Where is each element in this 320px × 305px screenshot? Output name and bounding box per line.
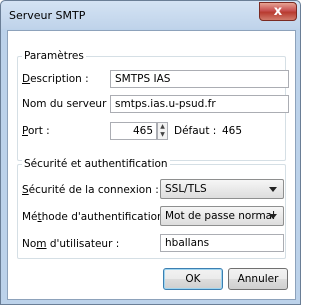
username-label: Nom d'utilisateur : (22, 238, 120, 250)
default-port-label: Défaut : (174, 125, 217, 137)
security-legend: Sécurité et authentification (22, 158, 170, 170)
spin-up-icon[interactable]: ▲ (158, 123, 167, 131)
server-name-label: Nom du serveur : (22, 98, 114, 110)
auth-method-label: Méthode d'authentification : (22, 211, 171, 223)
connection-security-label: Sécurité de la connexion : (22, 184, 159, 196)
port-spinner[interactable]: ▲ ▼ (157, 122, 168, 140)
ok-button[interactable]: OK (163, 268, 223, 290)
description-field[interactable]: SMTPS IAS (110, 70, 289, 88)
close-icon: x (273, 4, 283, 19)
smtp-server-dialog: Serveur SMTP x Paramètres Description : … (0, 0, 301, 305)
dialog-title: Serveur SMTP (9, 9, 86, 22)
dialog-body: Paramètres Description : SMTPS IAS Nom d… (7, 30, 296, 300)
auth-method-value: Mot de passe normal (165, 210, 276, 222)
default-port-value: 465 (222, 125, 243, 137)
connection-security-select[interactable]: SSL/TLS (160, 179, 284, 199)
chevron-down-icon (269, 214, 277, 219)
port-label: Port : (22, 125, 50, 137)
chevron-down-icon (269, 187, 277, 192)
server-name-field[interactable]: smtps.ias.u-psud.fr (110, 95, 289, 113)
description-label: Description : (22, 73, 89, 85)
auth-method-select[interactable]: Mot de passe normal (160, 206, 284, 226)
cancel-button[interactable]: Annuler (228, 268, 288, 290)
params-legend: Paramètres (22, 50, 86, 62)
spin-down-icon[interactable]: ▼ (158, 131, 167, 139)
title-bar[interactable]: Serveur SMTP x (1, 1, 300, 29)
close-button[interactable]: x (259, 2, 297, 21)
port-field[interactable]: 465 (110, 122, 157, 140)
username-field[interactable]: hballans (160, 234, 284, 252)
connection-security-value: SSL/TLS (165, 183, 207, 195)
